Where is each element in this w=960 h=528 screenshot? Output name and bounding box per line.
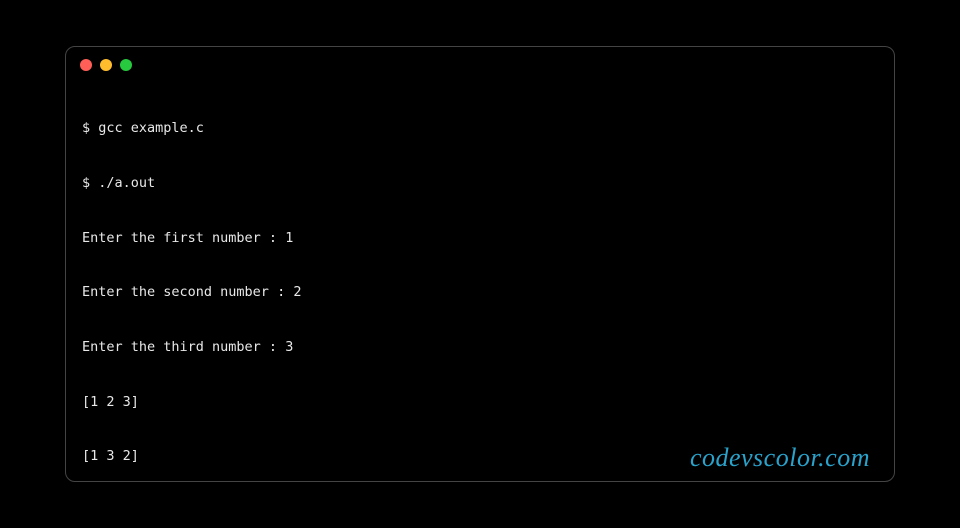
close-icon[interactable] [80,59,92,71]
terminal-window: $ gcc example.c $ ./a.out Enter the firs… [65,46,895,482]
terminal-content[interactable]: $ gcc example.c $ ./a.out Enter the firs… [66,77,894,482]
terminal-line: $ gcc example.c [82,119,878,137]
terminal-line: Enter the third number : 3 [82,338,878,356]
terminal-line: $ ./a.out [82,174,878,192]
minimize-icon[interactable] [100,59,112,71]
terminal-line: Enter the first number : 1 [82,229,878,247]
terminal-line: Enter the second number : 2 [82,283,878,301]
terminal-line: [1 2 3] [82,393,878,411]
watermark: codevscolor.com [690,443,870,473]
zoom-icon[interactable] [120,59,132,71]
titlebar [66,47,894,77]
